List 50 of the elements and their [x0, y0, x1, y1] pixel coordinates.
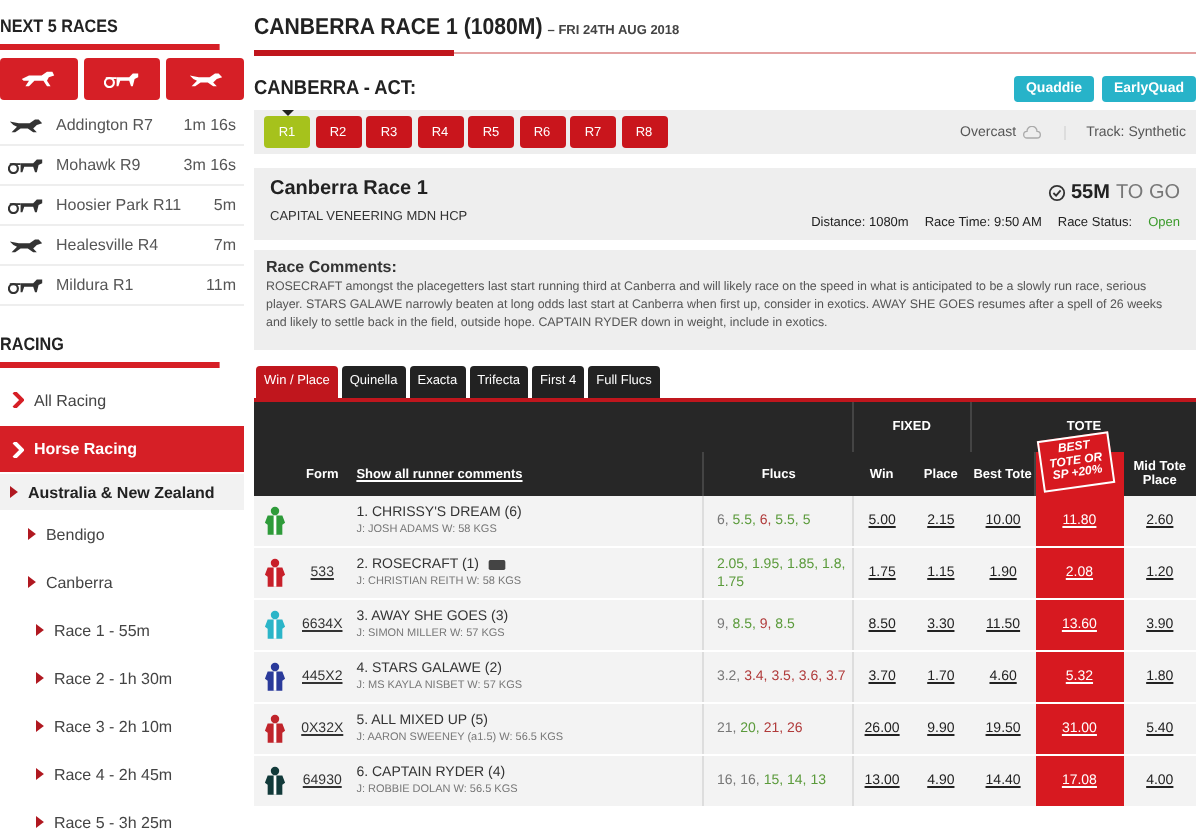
chevron-icon [12, 441, 24, 457]
race-name: Canberra Race 1 [270, 178, 430, 204]
nav-item[interactable]: Race 4 - 2h 45m [0, 750, 244, 798]
nav-item[interactable]: Race 1 - 55m [0, 606, 244, 654]
nav-item[interactable]: Canberra [0, 558, 244, 606]
nav-item[interactable]: Horse Racing [0, 426, 244, 472]
meeting-title: CANBERRA - ACT: [254, 77, 417, 99]
bullet-icon [36, 672, 44, 684]
race-time: 5m [213, 196, 236, 214]
filter-button[interactable] [166, 58, 244, 100]
race-name: Mohawk R9 [56, 156, 141, 174]
countdown: 55M [1071, 181, 1110, 203]
race-row[interactable]: Mohawk R9 3m 16s [0, 146, 244, 186]
race-row[interactable]: Hoosier Park R11 5m [0, 186, 244, 226]
countdown-suffix: TO GO [1115, 181, 1180, 203]
race-time: 1m 16s [183, 116, 236, 134]
bullet-icon [28, 528, 36, 540]
chevron-icon [12, 392, 24, 408]
greyhound-icon [8, 236, 44, 254]
greyhound-icon [187, 70, 224, 88]
race-row[interactable]: Mildura R1 11m [0, 266, 244, 306]
bullet-icon [36, 816, 44, 828]
cloud-icon [1022, 125, 1043, 139]
race-name: Mildura R1 [56, 276, 134, 294]
nav-item[interactable]: Race 2 - 1h 30m [0, 654, 244, 702]
section-title: NEXT 5 RACES [0, 0, 220, 50]
bullet-icon [28, 576, 36, 588]
race-row[interactable]: Healesville R4 7m [0, 226, 244, 266]
comments-title: Race Comments: [266, 258, 399, 276]
race-row[interactable]: Addington R7 1m 16s [0, 106, 244, 146]
bullet-icon [36, 720, 44, 732]
section-title: RACING [0, 318, 220, 368]
nav-item[interactable]: Bendigo [0, 510, 244, 558]
race-time: 7m [213, 236, 236, 254]
nav-item[interactable]: Australia & New Zealand [0, 474, 244, 510]
race-time: 11m [206, 276, 236, 294]
race-time: 3m 16s [183, 156, 236, 174]
nav-item[interactable]: Race 5 - 3h 25m [0, 798, 244, 836]
race-name: Hoosier Park R11 [56, 196, 182, 214]
filter-button[interactable] [83, 58, 161, 100]
filter-button[interactable] [0, 58, 78, 100]
bullet-icon [10, 486, 18, 498]
nav-item[interactable]: Race 3 - 2h 10m [0, 702, 244, 750]
nav-item[interactable]: All Racing [0, 376, 244, 424]
bullet-icon [36, 624, 44, 636]
page-title: CANBERRA RACE 1 (1080M) [254, 16, 543, 40]
greyhound-icon [8, 116, 44, 134]
bullet-icon [36, 768, 44, 780]
race-name: Addington R7 [56, 116, 153, 134]
race-name: Healesville R4 [56, 236, 159, 254]
